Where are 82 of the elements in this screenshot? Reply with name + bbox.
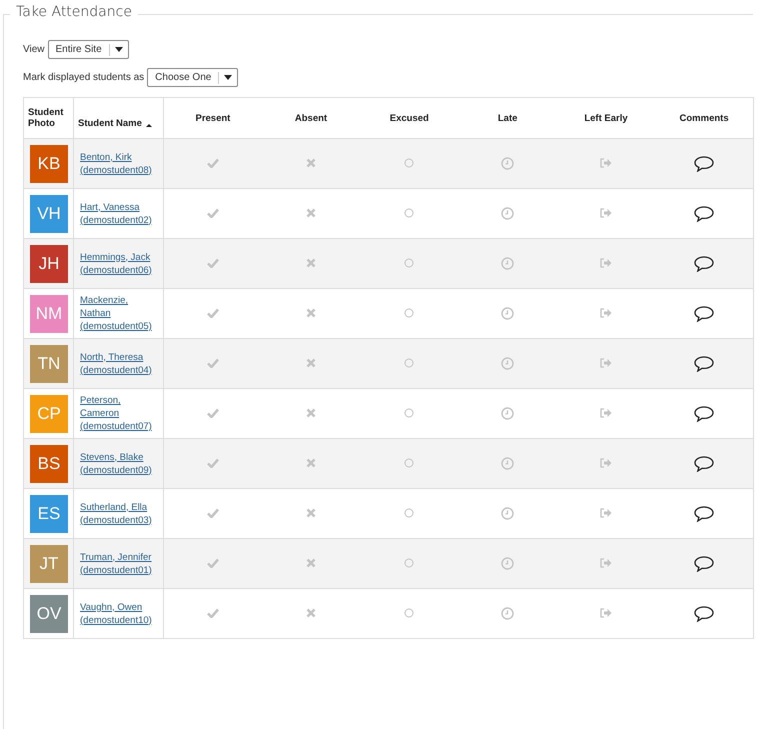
circle-icon[interactable] [404,408,414,418]
clock-icon[interactable] [501,607,514,620]
exit-icon[interactable] [600,508,612,518]
check-icon[interactable] [206,308,219,318]
student-link[interactable]: Mackenzie, Nathan (demostudent05) [80,294,158,333]
comment-icon[interactable] [694,556,714,572]
cross-icon[interactable] [306,158,316,168]
exit-icon[interactable] [600,558,612,568]
clock-icon[interactable] [501,457,514,470]
student-link[interactable]: Hart, Vanessa (demostudent02) [80,200,158,226]
circle-icon[interactable] [404,258,414,268]
exit-icon[interactable] [600,258,612,268]
exit-icon[interactable] [600,308,612,318]
cross-icon[interactable] [306,408,316,418]
avatar: ES [30,494,68,532]
circle-icon[interactable] [404,358,414,368]
comment-icon[interactable] [694,606,714,622]
clock-icon[interactable] [501,207,514,220]
avatar: TN [30,344,68,382]
comment-icon[interactable] [694,306,714,322]
check-icon[interactable] [206,558,219,568]
caret-icon [114,47,123,52]
exit-icon[interactable] [600,458,612,468]
circle-icon[interactable] [404,458,414,468]
circle-icon[interactable] [404,208,414,218]
avatar: KB [30,144,68,182]
circle-icon[interactable] [404,158,414,168]
cross-icon[interactable] [306,508,316,518]
cross-icon[interactable] [306,358,316,368]
check-icon[interactable] [206,358,219,368]
comment-icon[interactable] [694,456,714,472]
clock-icon[interactable] [501,557,514,570]
view-label: View [23,44,44,55]
check-icon[interactable] [206,458,219,468]
exit-icon[interactable] [600,358,612,368]
mark-dropdown[interactable]: Choose One [147,68,238,87]
cross-icon[interactable] [306,458,316,468]
cross-icon[interactable] [306,608,316,618]
comment-icon[interactable] [694,406,714,422]
circle-icon[interactable] [404,308,414,318]
circle-icon[interactable] [404,558,414,568]
student-link[interactable]: Sutherland, Ella (demostudent03) [80,500,158,526]
comment-icon[interactable] [694,206,714,222]
exit-icon[interactable] [600,158,612,168]
circle-icon[interactable] [404,608,414,618]
student-link[interactable]: Vaughn, Owen (demostudent10) [80,600,158,626]
avatar: JT [30,544,68,582]
header-label: Student Name [78,118,142,128]
cross-icon[interactable] [306,258,316,268]
comment-icon[interactable] [694,256,714,272]
clock-icon[interactable] [501,257,514,270]
cross-icon[interactable] [306,308,316,318]
clock-icon[interactable] [501,357,514,370]
clock-icon[interactable] [501,507,514,520]
cross-icon[interactable] [306,558,316,568]
avatar: OV [30,594,68,632]
cross-icon[interactable] [306,208,316,218]
comment-icon[interactable] [694,156,714,172]
clock-icon[interactable] [501,407,514,420]
comment-icon[interactable] [694,506,714,522]
avatar: VH [30,194,68,232]
check-icon[interactable] [206,208,219,218]
check-icon[interactable] [206,508,219,518]
avatar: NM [30,294,68,332]
avatar: CP [30,394,68,432]
avatar: BS [30,444,68,482]
check-icon[interactable] [206,608,219,618]
exit-icon[interactable] [600,408,612,418]
check-icon[interactable] [206,408,219,418]
view-dropdown[interactable]: Entire Site [48,40,129,59]
student-link[interactable]: Peterson, Cameron (demostudent07) [80,394,158,433]
clock-icon[interactable] [501,307,514,320]
clock-icon[interactable] [501,157,514,170]
exit-icon[interactable] [600,208,612,218]
mark-label: Mark displayed students as [23,72,144,83]
exit-icon[interactable] [600,608,612,618]
caret-icon [224,75,232,80]
check-icon[interactable] [206,258,219,268]
check-icon[interactable] [206,158,219,168]
avatar: JH [30,244,68,282]
comment-icon[interactable] [694,356,714,372]
circle-icon[interactable] [404,508,414,518]
